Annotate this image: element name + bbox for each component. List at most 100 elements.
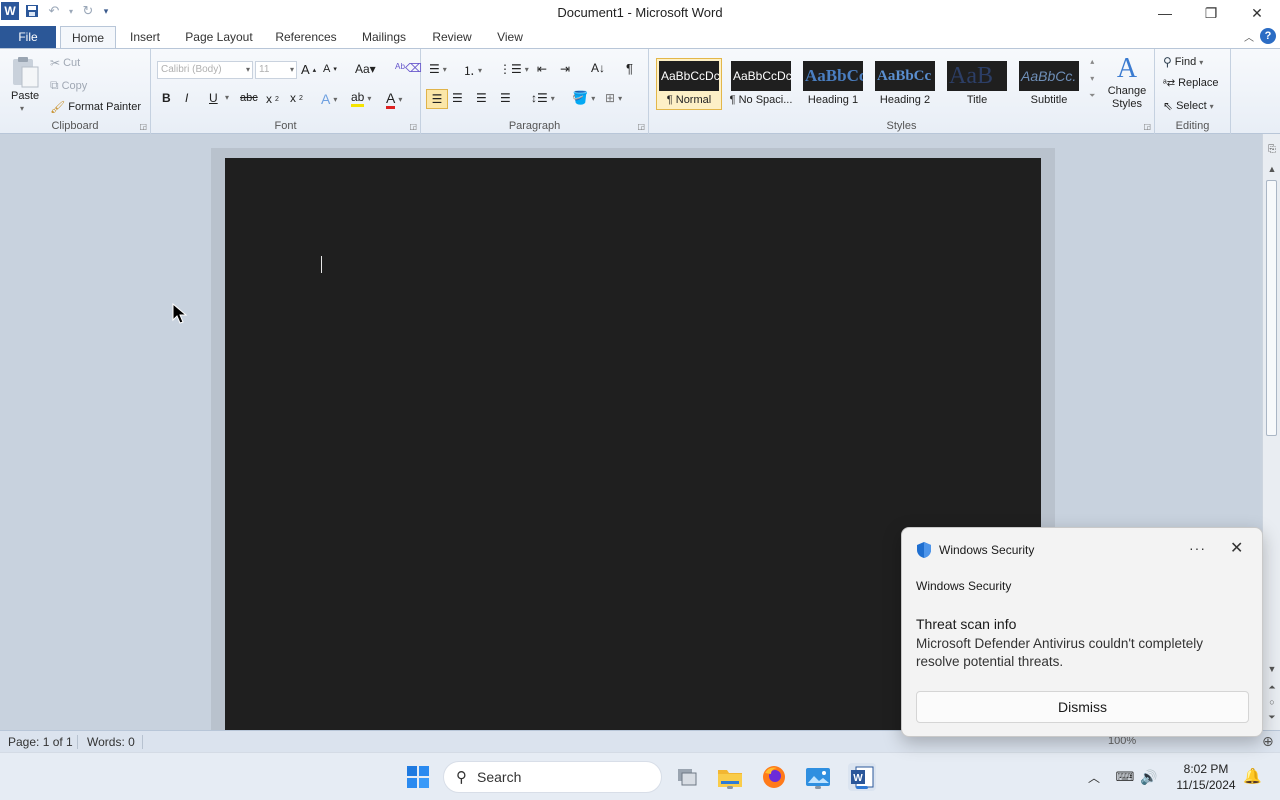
change-styles-button[interactable]: A Change Styles (1107, 53, 1147, 111)
tab-mailings[interactable]: Mailings (354, 26, 414, 48)
tab-home[interactable]: Home (60, 26, 116, 49)
file-explorer-icon[interactable] (716, 763, 744, 791)
zoom-in-icon[interactable]: ⊕ (1262, 733, 1274, 750)
style-name: Heading 1 (807, 94, 859, 106)
minimize-button[interactable]: — (1142, 0, 1188, 26)
font-launcher-icon[interactable]: ◲ (409, 122, 417, 131)
style-heading-1[interactable]: AaBbCc Heading 1 (800, 58, 866, 110)
style-heading-2[interactable]: AaBbCc Heading 2 (872, 58, 938, 110)
chevron-down-icon[interactable]: ▾ (1090, 74, 1094, 83)
more-styles-icon[interactable]: ⏷ (1089, 91, 1095, 101)
multilevel-list-icon[interactable]: ⋮☰ ▾ (499, 62, 529, 76)
borders-icon[interactable]: ⊞ ▾ (605, 91, 622, 105)
shading-icon[interactable]: 🪣 ▾ (572, 90, 595, 106)
browse-object-icon[interactable]: ○ (1263, 697, 1280, 707)
grow-font-icon[interactable]: A ▴ (301, 62, 316, 77)
restore-button[interactable]: ❐ (1188, 0, 1234, 26)
ruler-toggle-icon[interactable]: ⎘ (1263, 144, 1280, 155)
more-options-icon[interactable]: ··· (1189, 540, 1206, 556)
style-title[interactable]: AaB Title (944, 58, 1010, 110)
tab-insert[interactable]: Insert (122, 26, 168, 48)
notifications-bell-icon[interactable]: 🔔 (1243, 767, 1262, 785)
bullets-icon[interactable]: ☰ ▾ (429, 62, 447, 76)
dismiss-button[interactable]: Dismiss (916, 691, 1249, 723)
task-view-icon[interactable] (673, 763, 701, 791)
italic-icon[interactable]: I (185, 91, 188, 105)
tab-file[interactable]: File (0, 26, 56, 48)
replace-button[interactable]: ᵃ⇄ Replace (1163, 77, 1218, 89)
scrollbar-thumb[interactable] (1266, 180, 1277, 436)
find-button[interactable]: ⚲ Find ▾ (1163, 55, 1203, 69)
tab-references[interactable]: References (270, 26, 342, 48)
toast-app-header: Windows Security (916, 541, 1034, 559)
sort-icon[interactable]: A↓ (591, 61, 605, 75)
firefox-icon[interactable] (760, 763, 788, 791)
style-normal[interactable]: AaBbCcDc ¶ Normal (656, 58, 722, 110)
text-effects-icon[interactable]: A ▾ (321, 91, 337, 107)
help-icon[interactable]: ? (1260, 28, 1276, 44)
show-hidden-icons-icon[interactable]: ︿ (1084, 769, 1104, 786)
format-painter-button[interactable]: 🖌 Format Painter (50, 100, 141, 114)
clear-formatting-icon[interactable]: ᴬᵇ⌫ (395, 61, 422, 75)
taskbar-search[interactable]: ⚲ Search (443, 761, 662, 793)
styles-launcher-icon[interactable]: ◲ (1143, 122, 1151, 131)
font-color-icon[interactable]: A ▾ (386, 90, 402, 109)
shrink-font-icon[interactable]: A ▾ (323, 63, 337, 75)
highlight-color-icon[interactable]: ab ▾ (351, 90, 371, 107)
select-button[interactable]: ⇖ Select ▾ (1163, 99, 1214, 113)
line-spacing-icon[interactable]: ↕☰ ▾ (531, 91, 555, 105)
strikethrough-icon[interactable]: abc (240, 92, 258, 104)
subscript-icon[interactable]: x2 (266, 92, 279, 106)
word-taskbar-icon[interactable]: W (848, 763, 876, 791)
style-name: ¶ No Spaci... (729, 94, 793, 106)
photos-app-icon[interactable] (804, 763, 832, 791)
increase-indent-icon[interactable]: ⇥ (560, 62, 570, 76)
replace-label: Replace (1178, 77, 1219, 89)
align-right-icon[interactable]: ☰ (476, 91, 487, 105)
clock[interactable]: 8:02 PM 11/15/2024 (1170, 761, 1242, 793)
close-icon[interactable]: ✕ (1230, 538, 1243, 558)
numbering-icon[interactable]: ⒈ ▾ (463, 62, 482, 79)
paragraph-launcher-icon[interactable]: ◲ (637, 122, 645, 131)
next-page-icon[interactable]: ⏷ (1263, 712, 1280, 723)
page-count[interactable]: Page: 1 of 1 (8, 735, 73, 749)
paste-dropdown-icon[interactable]: ▾ (20, 104, 24, 113)
show-formatting-icon[interactable]: ¶ (626, 61, 633, 76)
previous-page-icon[interactable]: ⏶ (1263, 682, 1280, 693)
cut-button[interactable]: ✂ Cut (50, 56, 80, 70)
paste-icon[interactable] (10, 55, 40, 89)
network-icon[interactable]: ⌨ (1112, 769, 1138, 785)
scroll-up-icon[interactable]: ▲ (1263, 164, 1280, 174)
tab-view[interactable]: View (490, 26, 530, 48)
scroll-down-icon[interactable]: ▼ (1263, 664, 1280, 674)
align-left-icon[interactable]: ☰ (426, 89, 448, 109)
font-name-combo[interactable]: Calibri (Body) ▾ (157, 61, 253, 79)
change-case-icon[interactable]: Aa▾ (355, 62, 376, 76)
replace-icon: ᵃ⇄ (1163, 77, 1176, 89)
style-subtitle[interactable]: AaBbCc. Subtitle (1016, 58, 1082, 110)
style-name: Heading 2 (879, 94, 931, 106)
minimize-ribbon-icon[interactable]: ︿ (1244, 29, 1254, 44)
underline-icon[interactable]: U (209, 91, 218, 105)
tab-review[interactable]: Review (426, 26, 478, 48)
justify-icon[interactable]: ☰ (500, 91, 511, 105)
bold-icon[interactable]: B (162, 91, 171, 105)
word-count[interactable]: Words: 0 (87, 735, 135, 749)
vertical-scrollbar[interactable]: ⎘ ▲ ▼ ⏶ ○ ⏷ (1262, 134, 1280, 730)
superscript-icon[interactable]: x2 (290, 91, 303, 105)
paste-button[interactable]: Paste (11, 90, 39, 102)
style-no-spacing[interactable]: AaBbCcDc ¶ No Spaci... (728, 58, 794, 110)
font-size-combo[interactable]: 11 ▾ (255, 61, 297, 79)
tab-page-layout[interactable]: Page Layout (180, 26, 258, 48)
chevron-up-icon[interactable]: ▴ (1090, 57, 1094, 66)
clipboard-launcher-icon[interactable]: ◲ (139, 122, 147, 131)
underline-dropdown-icon[interactable]: ▾ (225, 93, 229, 102)
start-icon[interactable] (404, 763, 432, 791)
windows-security-toast[interactable]: Windows Security ··· ✕ Windows Security … (901, 527, 1263, 737)
volume-icon[interactable]: 🔊 (1138, 769, 1160, 786)
decrease-indent-icon[interactable]: ⇤ (537, 62, 547, 76)
copy-button[interactable]: ⧉ Copy (50, 78, 87, 93)
toast-body: Microsoft Defender Antivirus couldn't co… (916, 636, 1203, 669)
close-button[interactable]: ✕ (1234, 0, 1280, 26)
align-center-icon[interactable]: ☰ (452, 91, 463, 105)
